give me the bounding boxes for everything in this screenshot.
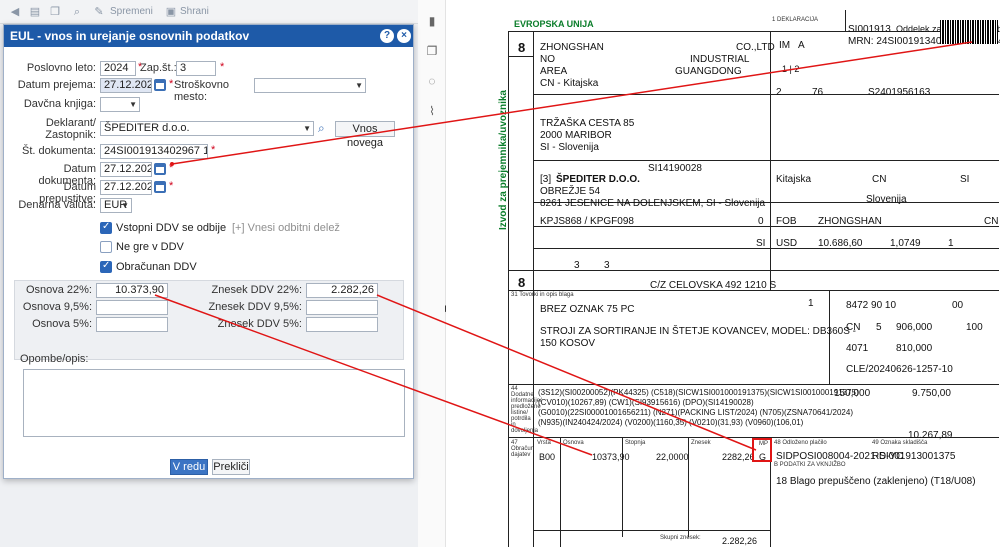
vat-connector [376,294,757,451]
base-connector [154,294,593,456]
annotation-lines [154,41,973,456]
connector-dot [170,162,174,166]
docdate-connector [171,41,973,165]
